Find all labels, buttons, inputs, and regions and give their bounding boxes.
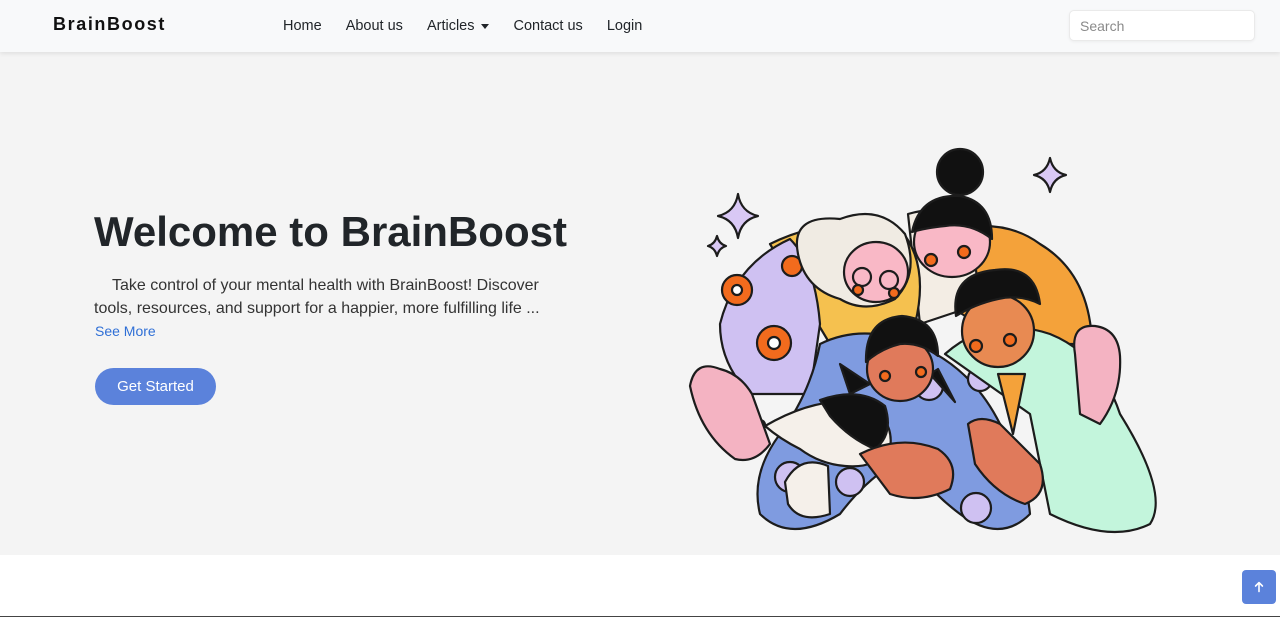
family-hug-illustration xyxy=(688,147,1157,534)
hero-section: Welcome to BrainBoost Take control of yo… xyxy=(0,52,1280,555)
nav-articles-label: Articles xyxy=(426,18,475,34)
back-to-top-button[interactable] xyxy=(1242,570,1276,604)
caret-down-icon xyxy=(481,23,490,29)
hero-title: Welcome to BrainBoost xyxy=(94,208,567,255)
nav-contact[interactable]: Contact us xyxy=(513,18,582,34)
nav-menu: Home About us Articles Contact us Login xyxy=(283,0,666,52)
see-more-link[interactable]: See More xyxy=(95,323,156,339)
search-input[interactable] xyxy=(1069,10,1255,41)
nav-login[interactable]: Login xyxy=(607,18,642,34)
brand-logo[interactable]: BrainBoost xyxy=(53,14,166,35)
nav-about[interactable]: About us xyxy=(346,18,403,34)
get-started-button[interactable]: Get Started xyxy=(95,368,216,405)
navbar: BrainBoost Home About us Articles Contac… xyxy=(0,0,1280,52)
nav-articles-dropdown[interactable]: Articles xyxy=(427,18,490,34)
hero-description: Take control of your mental health with … xyxy=(94,277,540,317)
nav-home[interactable]: Home xyxy=(283,18,322,34)
arrow-up-icon xyxy=(1254,581,1264,593)
